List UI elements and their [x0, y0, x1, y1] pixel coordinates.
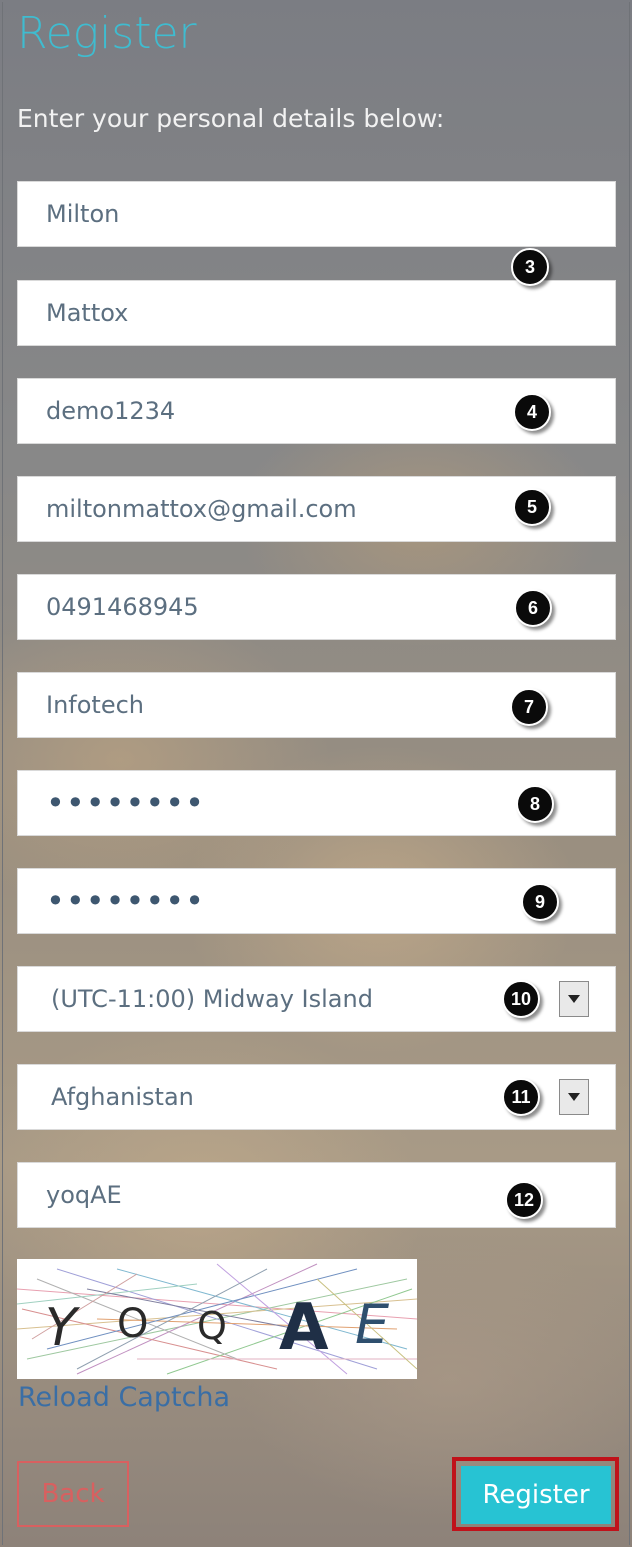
captcha-input-value: yoqAE: [46, 1181, 122, 1209]
last-name-field[interactable]: Mattox: [17, 280, 616, 346]
phone-value: 0491468945: [46, 593, 199, 621]
step-marker-4: 4: [513, 393, 551, 431]
chevron-down-icon: [568, 1093, 580, 1101]
back-button[interactable]: Back: [17, 1461, 129, 1527]
step-marker-10: 10: [502, 980, 540, 1018]
timezone-dropdown-button[interactable]: [559, 981, 589, 1017]
username-value: demo1234: [46, 397, 176, 425]
step-marker-11: 11: [502, 1078, 540, 1116]
company-value: Infotech: [46, 691, 145, 719]
last-name-value: Mattox: [46, 299, 129, 327]
confirm-password-value: ••••••••: [46, 882, 205, 920]
page-title: Register: [17, 8, 197, 59]
first-name-value: Milton: [46, 200, 120, 228]
form-subtitle: Enter your personal details below:: [17, 104, 445, 133]
first-name-field[interactable]: Milton: [17, 181, 616, 247]
country-selected-value: Afghanistan: [51, 1083, 194, 1111]
country-dropdown-button[interactable]: [559, 1079, 589, 1115]
step-marker-6: 6: [514, 589, 552, 627]
timezone-selected-value: (UTC-11:00) Midway Island: [51, 985, 373, 1013]
chevron-down-icon: [568, 995, 580, 1003]
captcha-char-3: Q: [197, 1304, 227, 1348]
step-marker-8: 8: [516, 785, 554, 823]
captcha-image: Y O Q A E: [17, 1259, 417, 1379]
email-value: miltonmattox@gmail.com: [46, 495, 357, 523]
step-marker-9: 9: [521, 883, 559, 921]
captcha-char-4: A: [279, 1291, 329, 1365]
register-button[interactable]: Register: [461, 1466, 611, 1524]
step-marker-5: 5: [513, 488, 551, 526]
captcha-char-2: O: [117, 1301, 148, 1347]
step-marker-3: 3: [511, 248, 549, 286]
captcha-char-5: E: [355, 1293, 390, 1356]
step-marker-12: 12: [505, 1181, 543, 1219]
reload-captcha-link[interactable]: Reload Captcha: [18, 1382, 230, 1413]
step-marker-7: 7: [510, 688, 548, 726]
captcha-char-1: Y: [45, 1298, 81, 1358]
password-value: ••••••••: [46, 784, 205, 822]
